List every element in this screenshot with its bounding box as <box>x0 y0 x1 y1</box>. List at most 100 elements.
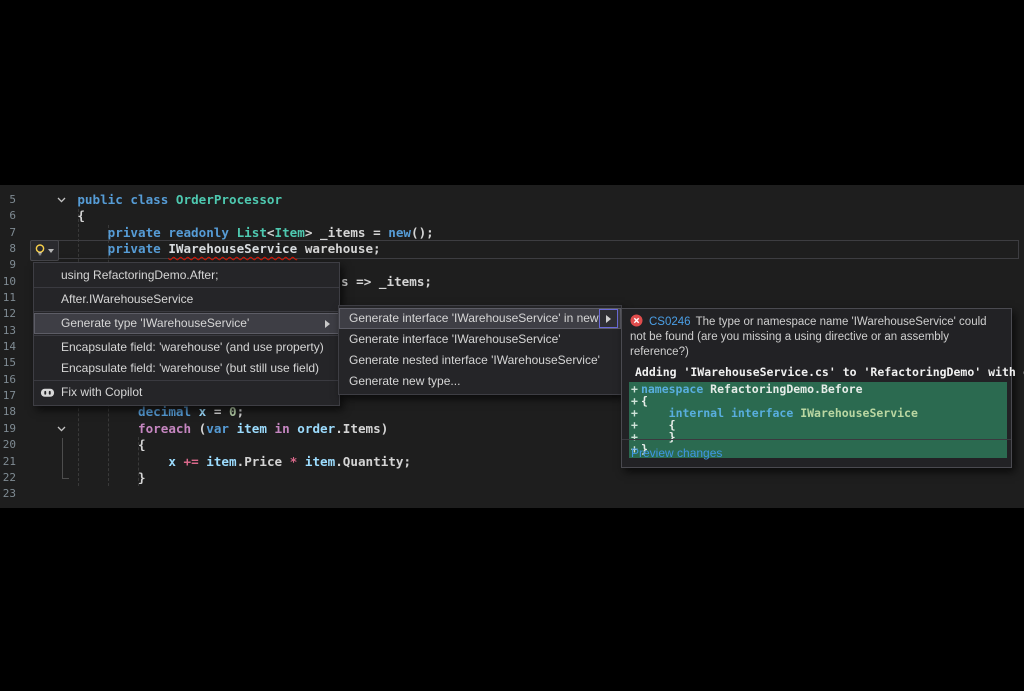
code-token: IWarehouseService <box>168 241 297 256</box>
preview-panel: CS0246The type or namespace name 'IWareh… <box>621 308 1012 468</box>
code-line-10-partial: s => _items; <box>341 274 432 289</box>
menu-item-5[interactable]: Fix with Copilot <box>34 382 339 403</box>
preview-flyout-button[interactable] <box>599 309 618 328</box>
code-token: > _items = <box>305 225 388 240</box>
line-number: 6 <box>0 208 16 224</box>
menu-item-label: Encapsulate field: 'warehouse' (and use … <box>61 340 324 354</box>
generate-type-submenu: Generate interface 'IWarehouseService' i… <box>338 305 622 395</box>
code-text: public class OrderProcessor <box>47 192 282 208</box>
code-token: List <box>237 225 267 240</box>
code-line-6[interactable]: 6 { <box>0 208 1024 224</box>
line-number: 17 <box>0 388 16 404</box>
submenu-arrow-icon <box>325 320 330 328</box>
menu-separator <box>34 380 339 381</box>
diff-token: internal interface <box>669 406 794 420</box>
submenu-item-2[interactable]: Generate nested interface 'IWarehouseSer… <box>339 350 621 371</box>
error-icon <box>630 314 643 327</box>
code-line-8[interactable]: 8 private IWarehouseService warehouse; <box>0 241 1024 257</box>
code-token: } <box>47 470 146 485</box>
preview-changes-link[interactable]: Preview changes <box>622 440 722 460</box>
menu-separator <box>34 335 339 336</box>
code-text: } <box>47 470 146 486</box>
submenu-item-1[interactable]: Generate interface 'IWarehouseService' <box>339 329 621 350</box>
code-token: public class <box>47 192 168 207</box>
error-header: CS0246The type or namespace name 'IWareh… <box>622 309 1011 360</box>
line-number: 11 <box>0 290 16 306</box>
diff-line: + internal interface IWarehouseService <box>631 408 1005 420</box>
submenu-item-3[interactable]: Generate new type... <box>339 371 621 392</box>
preview-footer: Preview changes <box>622 439 1011 467</box>
line-number: 13 <box>0 323 16 339</box>
code-token: new <box>388 225 411 240</box>
code-token: (); <box>411 225 434 240</box>
menu-item-4[interactable]: Encapsulate field: 'warehouse' (but stil… <box>34 358 339 379</box>
code-token: foreach <box>47 421 191 436</box>
error-code: CS0246 <box>649 316 691 328</box>
code-token: item <box>305 454 335 469</box>
line-number: 22 <box>0 470 16 486</box>
line-number: 8 <box>0 241 16 257</box>
diff-token: namespace <box>641 382 703 396</box>
code-token: OrderProcessor <box>176 192 282 207</box>
code-token <box>191 404 199 419</box>
line-number: 7 <box>0 225 16 241</box>
line-number: 9 <box>0 257 16 273</box>
code-token: .Price <box>237 454 290 469</box>
copilot-icon <box>40 385 55 400</box>
screen: 5 public class OrderProcessor6 {7 privat… <box>0 0 1024 691</box>
line-number: 15 <box>0 355 16 371</box>
code-token: warehouse; <box>297 241 380 256</box>
line-number: 23 <box>0 486 16 502</box>
code-token: item <box>206 454 236 469</box>
code-token <box>229 225 237 240</box>
code-token: < <box>267 225 275 240</box>
diff-line: +namespace RefactoringDemo.Before <box>631 384 1005 396</box>
menu-separator <box>34 287 339 288</box>
code-token: { <box>47 208 85 223</box>
submenu-item-label: Generate nested interface 'IWarehouseSer… <box>349 353 600 367</box>
code-line-23[interactable]: 23 <box>0 486 1024 502</box>
code-line-22[interactable]: 22 } <box>0 470 1024 486</box>
line-number: 18 <box>0 404 16 420</box>
code-text: foreach (var item in order.Items) <box>47 421 388 437</box>
line-number: 16 <box>0 372 16 388</box>
diff-line: + { <box>631 420 1005 432</box>
chevron-down-icon <box>48 249 54 253</box>
menu-item-label: Encapsulate field: 'warehouse' (but stil… <box>61 361 319 375</box>
menu-separator <box>34 311 339 312</box>
expand-arrow-icon <box>606 315 611 323</box>
lightbulb-icon <box>35 244 45 257</box>
code-text: decimal x = 0; <box>47 404 244 420</box>
code-text: private IWarehouseService warehouse; <box>47 241 381 257</box>
code-token: += <box>184 454 199 469</box>
submenu-item-label: Generate new type... <box>349 374 460 388</box>
menu-item-2[interactable]: Generate type 'IWarehouseService' <box>34 313 339 334</box>
code-token <box>297 454 305 469</box>
line-number: 14 <box>0 339 16 355</box>
code-text: x += item.Price * item.Quantity; <box>47 454 411 470</box>
line-number: 10 <box>0 274 16 290</box>
code-editor[interactable]: 5 public class OrderProcessor6 {7 privat… <box>0 185 1024 508</box>
line-number: 19 <box>0 421 16 437</box>
code-token <box>176 454 184 469</box>
code-token: ; <box>237 404 245 419</box>
menu-item-label: using RefactoringDemo.After; <box>61 268 218 282</box>
menu-item-0[interactable]: using RefactoringDemo.After; <box>34 265 339 286</box>
code-text: { <box>47 437 146 453</box>
code-line-5[interactable]: 5 public class OrderProcessor <box>0 192 1024 208</box>
submenu-item-0[interactable]: Generate interface 'IWarehouseService' i… <box>339 308 621 329</box>
line-number: 20 <box>0 437 16 453</box>
diff-token: RefactoringDemo.Before <box>703 382 862 396</box>
code-token: item <box>237 421 267 436</box>
submenu-item-label: Generate interface 'IWarehouseService' <box>349 332 561 346</box>
diff-token: IWarehouseService <box>800 406 918 420</box>
code-token: { <box>47 437 146 452</box>
submenu-item-label: Generate interface 'IWarehouseService' i… <box>349 311 617 325</box>
menu-item-3[interactable]: Encapsulate field: 'warehouse' (and use … <box>34 337 339 358</box>
quick-actions-lightbulb[interactable] <box>30 240 59 261</box>
quick-actions-menu: using RefactoringDemo.After; After.IWareh… <box>33 262 340 406</box>
code-token <box>267 421 275 436</box>
code-token: private readonly <box>47 225 229 240</box>
menu-item-1[interactable]: After.IWarehouseService <box>34 289 339 310</box>
code-line-7[interactable]: 7 private readonly List<Item> _items = n… <box>0 225 1024 241</box>
